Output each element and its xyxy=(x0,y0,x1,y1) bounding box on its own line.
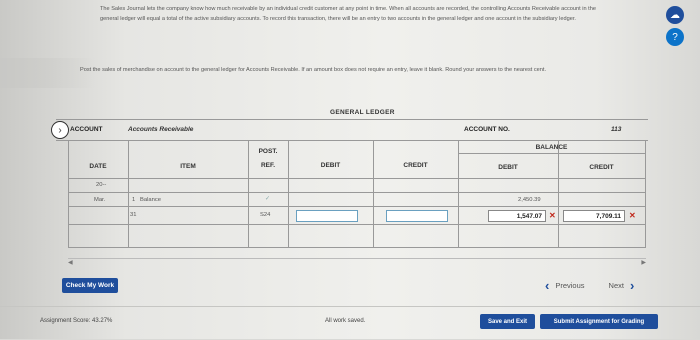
year-cell: 20-- xyxy=(96,182,107,188)
account-name: Accounts Receivable xyxy=(128,126,194,133)
instructions-text: The Sales Journal lets the company know … xyxy=(100,6,596,22)
row2-post-ref: S24 xyxy=(260,212,271,218)
account-no-label: ACCOUNT NO. xyxy=(464,126,510,133)
previous-button[interactable]: Previous xyxy=(555,281,584,290)
chevron-left-icon[interactable]: ‹ xyxy=(545,278,549,293)
row2-credit-input[interactable] xyxy=(386,210,448,222)
x-mark-icon: ✕ xyxy=(629,211,636,220)
row2-debit-input[interactable] xyxy=(296,210,358,222)
row1-balance-debit: 2,450.39 xyxy=(518,197,541,203)
ledger-table: DATE ITEM POST. REF. DEBIT CREDIT BALANC… xyxy=(68,140,646,248)
row2-day: 31 xyxy=(130,212,137,218)
save-status: All work saved. xyxy=(325,318,366,324)
row2-balance-debit-input[interactable]: 1,547.07 xyxy=(488,210,546,222)
row1-post-ref: ✓ xyxy=(265,196,270,202)
header-date: DATE xyxy=(89,163,107,170)
cloud-icon[interactable]: ☁ xyxy=(666,6,684,24)
account-label: ACCOUNT xyxy=(70,126,103,133)
next-button[interactable]: Next xyxy=(609,281,624,290)
ledger-title: GENERAL LEDGER xyxy=(330,109,395,116)
row1-day: 1 xyxy=(132,197,136,203)
save-and-exit-button[interactable]: Save and Exit xyxy=(480,314,535,329)
header-credit: CREDIT xyxy=(403,162,428,169)
submit-assignment-button[interactable]: Submit Assignment for Grading xyxy=(540,314,658,329)
chevron-right-circle-icon[interactable]: › xyxy=(51,121,69,139)
row2-balance-credit-input[interactable]: 7,709.11 xyxy=(563,210,625,222)
row1-item: Balance xyxy=(140,197,161,203)
row1-month: Mar. xyxy=(94,197,106,203)
footer-bar: Assignment Score: 43.27% All work saved.… xyxy=(0,306,700,340)
scroll-left-icon[interactable]: ◀ xyxy=(68,259,73,266)
chevron-right-icon[interactable]: › xyxy=(630,278,634,293)
header-item: ITEM xyxy=(180,163,196,170)
header-ref: REF. xyxy=(260,162,276,169)
scroll-right-icon[interactable]: ▶ xyxy=(641,259,646,266)
account-no: 113 xyxy=(611,126,622,133)
header-post: POST. xyxy=(258,148,278,155)
check-my-work-button[interactable]: Check My Work xyxy=(62,278,118,293)
horizontal-scrollbar[interactable]: ◀ ▶ xyxy=(68,258,646,267)
header-balance-debit: DEBIT xyxy=(498,164,518,171)
account-header-row: › ACCOUNT Accounts Receivable ACCOUNT NO… xyxy=(51,119,648,141)
side-toolbar: ☁ ? xyxy=(666,6,688,50)
assignment-score: Assignment Score: 43.27% xyxy=(40,318,113,324)
header-balance-credit: CREDIT xyxy=(589,164,614,171)
help-icon[interactable]: ? xyxy=(666,28,684,46)
pagination-nav: ‹ Previous Next › xyxy=(545,278,634,293)
header-debit: DEBIT xyxy=(320,162,341,169)
header-balance: BALANCE xyxy=(535,144,568,151)
x-mark-icon: ✕ xyxy=(549,211,556,220)
question-text: Post the sales of merchandise on account… xyxy=(80,67,547,73)
screen: The Sales Journal lets the company know … xyxy=(0,0,700,339)
